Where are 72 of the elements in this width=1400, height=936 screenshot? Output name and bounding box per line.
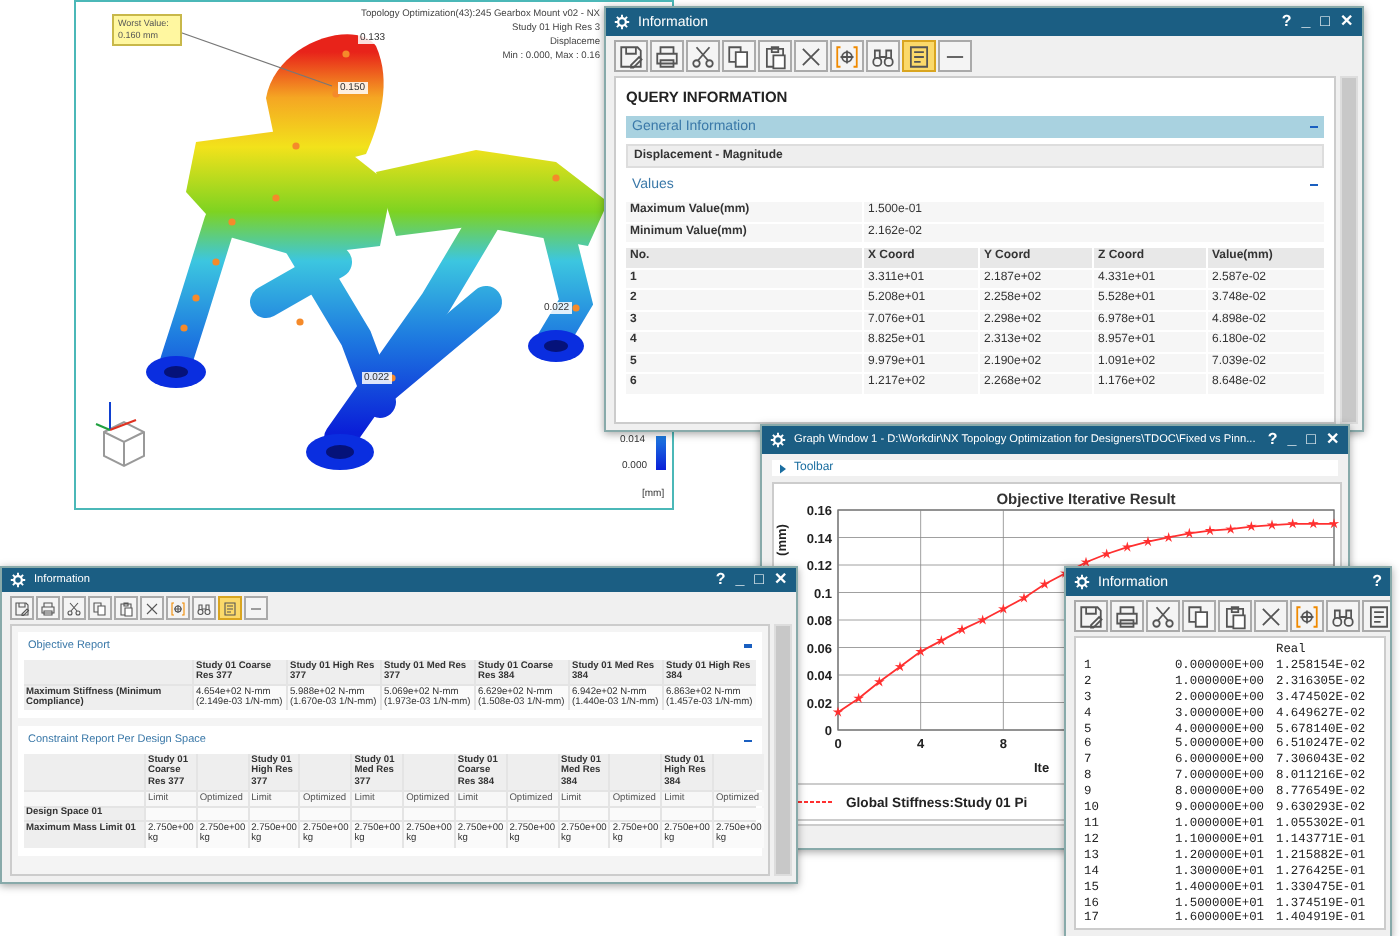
gear-icon	[1074, 574, 1090, 590]
delete-icon[interactable]	[140, 596, 164, 620]
chart-point	[1246, 520, 1257, 532]
gear-icon	[10, 572, 26, 588]
chart-point	[1328, 518, 1340, 529]
window-control[interactable]: □	[1320, 12, 1330, 32]
chart-point	[998, 603, 1009, 614]
window-control[interactable]: ?	[715, 570, 726, 590]
chart-point	[1122, 541, 1133, 552]
chart-point	[1287, 518, 1298, 529]
color-scale-bar	[656, 436, 666, 470]
report-icon[interactable]	[902, 40, 936, 72]
binoculars-icon[interactable]	[192, 596, 216, 620]
chart-point	[1163, 531, 1174, 543]
gear-icon	[614, 14, 630, 30]
save-icon[interactable]	[1074, 600, 1108, 632]
chart-point	[1184, 527, 1195, 538]
print-icon[interactable]	[650, 40, 684, 72]
copy-icon[interactable]	[1182, 600, 1216, 632]
chart-point	[1142, 536, 1154, 547]
binoculars-icon[interactable]	[1326, 600, 1360, 632]
chart-point	[1308, 518, 1319, 529]
chart-point	[1266, 519, 1278, 530]
scissors-icon[interactable]	[1146, 600, 1180, 632]
print-icon[interactable]	[1110, 600, 1144, 632]
chart-point	[832, 706, 844, 717]
chart-point	[1080, 556, 1092, 567]
window-control[interactable]: ?	[1281, 12, 1292, 32]
chart-point	[956, 624, 968, 635]
scrollbar[interactable]	[1340, 76, 1358, 424]
window-control[interactable]: ?	[1372, 572, 1382, 592]
save-icon[interactable]	[10, 596, 34, 620]
chart-point	[977, 614, 988, 625]
delete-icon[interactable]	[1254, 600, 1288, 632]
window-control[interactable]: □	[754, 570, 764, 590]
copy-icon[interactable]	[722, 40, 756, 72]
crosshair-icon[interactable]	[1290, 600, 1324, 632]
axis-triad-icon	[95, 401, 145, 468]
scissors-icon[interactable]	[686, 40, 720, 72]
print-icon[interactable]	[36, 596, 60, 620]
window-control[interactable]: ?	[1267, 430, 1278, 450]
chart-point	[1225, 523, 1236, 534]
window-control[interactable]: ✕	[774, 570, 788, 590]
minus-icon[interactable]	[938, 40, 972, 72]
paste-icon[interactable]	[114, 596, 138, 620]
paste-icon[interactable]	[758, 40, 792, 72]
crosshair-icon[interactable]	[166, 596, 190, 620]
window-control[interactable]: _	[1301, 12, 1311, 32]
report-icon[interactable]	[1362, 600, 1390, 632]
window-control[interactable]: □	[1306, 430, 1316, 450]
chart-point	[894, 661, 906, 672]
scissors-icon[interactable]	[62, 596, 86, 620]
window-control[interactable]: _	[1287, 430, 1297, 450]
chart-point	[1039, 578, 1050, 589]
paste-icon[interactable]	[1218, 600, 1252, 632]
chart-point	[874, 676, 885, 687]
chart-point	[1204, 525, 1216, 536]
window-control[interactable]: ✕	[1326, 430, 1340, 450]
window-control[interactable]: _	[735, 570, 745, 590]
window-control[interactable]: ✕	[1340, 12, 1354, 32]
crosshair-icon[interactable]	[830, 40, 864, 72]
gear-icon	[770, 432, 786, 448]
chart-point	[1101, 548, 1112, 559]
expand-arrow-icon	[780, 463, 786, 473]
chart-point	[915, 646, 926, 657]
scrollbar[interactable]	[774, 624, 792, 876]
save-icon[interactable]	[614, 40, 648, 72]
binoculars-icon[interactable]	[866, 40, 900, 72]
delete-icon[interactable]	[794, 40, 828, 72]
chart-point	[1018, 592, 1030, 603]
chart-point	[853, 692, 864, 703]
chart-point	[936, 635, 947, 646]
